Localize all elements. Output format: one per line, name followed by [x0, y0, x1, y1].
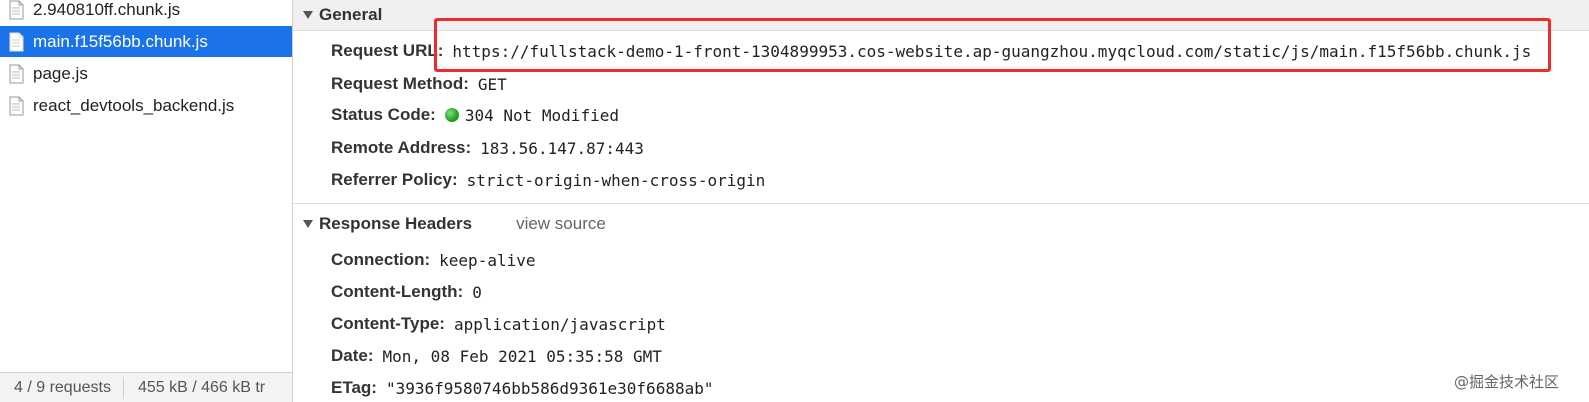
- devtools-network-panel: 2.940810ff.chunk.js main.f15f56bb.chunk.…: [0, 0, 1589, 402]
- referrer-policy-value: strict-origin-when-cross-origin: [466, 170, 766, 190]
- header-key: Content-Length:: [331, 282, 464, 301]
- request-item-page-js[interactable]: page.js: [0, 58, 292, 89]
- request-item-label: 2.940810ff.chunk.js: [33, 0, 181, 19]
- header-key: Date:: [331, 346, 374, 365]
- header-key: Status Code:: [331, 105, 436, 124]
- header-key: Referrer Policy:: [331, 170, 458, 189]
- request-method-value: GET: [477, 74, 507, 94]
- request-item-label: main.f15f56bb.chunk.js: [33, 31, 208, 51]
- header-value: Mon, 08 Feb 2021 05:35:58 GMT: [382, 346, 662, 366]
- watermark: @掘金技术社区: [1453, 373, 1559, 391]
- network-status-bar: 4 / 9 requests 455 kB / 466 kB tr: [0, 372, 292, 402]
- header-key: Connection:: [331, 250, 431, 269]
- response-row-connection: Connection: keep-alive: [331, 246, 535, 274]
- general-row-referrer-policy: Referrer Policy: strict-origin-when-cros…: [331, 166, 765, 194]
- caret-down-icon: [303, 11, 313, 19]
- request-list-panel: 2.940810ff.chunk.js main.f15f56bb.chunk.…: [0, 0, 293, 402]
- general-row-remote-address: Remote Address: 183.56.147.87:443: [331, 134, 644, 162]
- request-item-react-devtools[interactable]: react_devtools_backend.js: [0, 90, 292, 121]
- status-code-value: 304 Not Modified: [464, 105, 619, 125]
- request-item-label: react_devtools_backend.js: [33, 95, 235, 115]
- general-row-request-method: Request Method: GET: [331, 70, 507, 98]
- status-ok-icon: [444, 108, 459, 122]
- header-key: Request Method:: [331, 74, 469, 93]
- general-row-status-code: Status Code: 304 Not Modified: [331, 101, 619, 129]
- header-key: ETag:: [331, 378, 377, 397]
- remote-address-value: 183.56.147.87:443: [480, 138, 644, 158]
- response-row-etag: ETag: "3936f9580746bb586d9361e30f6688ab": [331, 374, 713, 402]
- general-row-request-url: Request URL: https://fullstack-demo-1-fr…: [331, 37, 1531, 65]
- header-key: Request URL:: [331, 41, 444, 60]
- section-divider: [293, 203, 1589, 204]
- response-headers-title: Response Headers: [319, 213, 473, 233]
- view-source-link[interactable]: view source: [516, 214, 606, 234]
- header-value: keep-alive: [439, 250, 536, 270]
- general-section-title: General: [319, 5, 383, 24]
- request-count: 4 / 9 requests: [14, 379, 111, 396]
- file-icon: [9, 64, 24, 83]
- headers-panel: General Request URL: https://fullstack-d…: [293, 0, 1589, 402]
- caret-down-icon: [303, 219, 313, 228]
- response-headers-section-header[interactable]: Response Headers view source: [293, 208, 1589, 239]
- header-value: 0: [472, 282, 482, 302]
- request-item-main-chunk[interactable]: main.f15f56bb.chunk.js: [0, 26, 292, 57]
- response-row-content-type: Content-Type: application/javascript: [331, 310, 666, 338]
- header-value: "3936f9580746bb586d9361e30f6688ab": [385, 378, 714, 398]
- response-row-content-length: Content-Length: 0: [331, 278, 482, 306]
- file-icon: [9, 96, 24, 115]
- transferred-size: 455 kB / 466 kB tr: [137, 379, 266, 396]
- header-key: Content-Type:: [331, 314, 445, 333]
- request-item-2-chunk[interactable]: 2.940810ff.chunk.js: [0, 0, 292, 25]
- header-key: Remote Address:: [331, 138, 472, 157]
- file-icon: [9, 0, 24, 19]
- request-url-value: https://fullstack-demo-1-front-130489995…: [452, 41, 1532, 61]
- file-icon: [9, 32, 24, 51]
- header-value: application/javascript: [453, 314, 666, 334]
- general-section-header[interactable]: General: [293, 0, 1589, 31]
- request-item-label: page.js: [33, 63, 88, 83]
- response-row-date: Date: Mon, 08 Feb 2021 05:35:58 GMT: [331, 342, 662, 370]
